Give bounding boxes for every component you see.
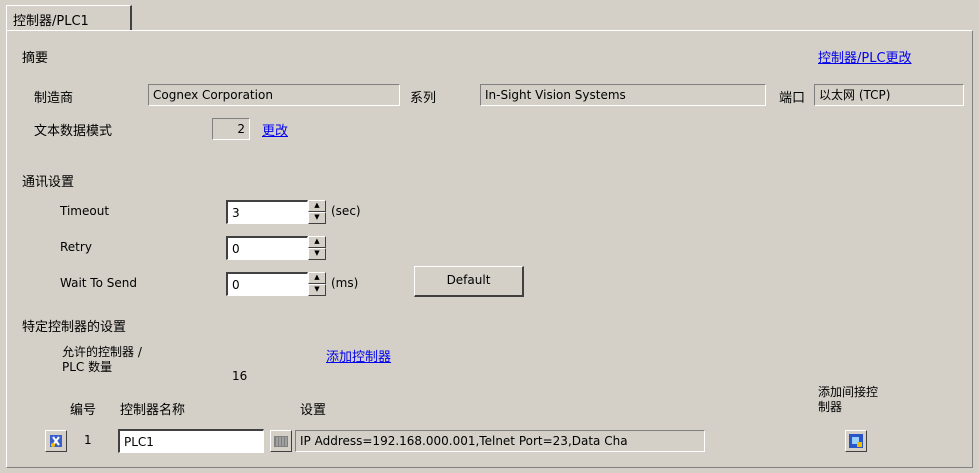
spin-down-icon[interactable]: ▼ (308, 284, 326, 296)
tab-controller-plc1[interactable]: 控制器/PLC1 (6, 5, 132, 31)
manufacturer-field: Cognex Corporation (148, 84, 400, 106)
timeout-label: Timeout (60, 204, 110, 218)
add-indirect-button[interactable] (845, 430, 867, 452)
row-number: 1 (84, 433, 92, 447)
spin-down-icon[interactable]: ▼ (308, 212, 326, 224)
series-field: In-Sight Vision Systems (480, 84, 766, 106)
add-indirect-icon (849, 434, 863, 448)
col-indirect-header-line1: 添加间接控 (818, 385, 879, 399)
device-name-input[interactable]: PLC1 (118, 429, 264, 453)
allowed-count-label-line1: 允许的控制器 / (62, 345, 142, 359)
wait-to-send-label: Wait To Send (60, 276, 137, 290)
retry-stepper[interactable]: ▲ ▼ (308, 236, 326, 260)
retry-label: Retry (60, 240, 92, 254)
comm-heading: 通讯设置 (22, 175, 75, 190)
spin-up-icon[interactable]: ▲ (308, 236, 326, 248)
allowed-count-value: 16 (232, 369, 248, 383)
wait-to-send-input[interactable]: 0 (226, 272, 308, 296)
timeout-input[interactable]: 3 (226, 200, 308, 224)
device-tool-button[interactable] (45, 430, 67, 452)
text-mode-label: 文本数据模式 (34, 124, 113, 139)
device-heading: 特定控制器的设置 (22, 320, 127, 335)
col-name-header: 控制器名称 (120, 403, 186, 418)
allowed-count-label-line2: PLC 数量 (62, 360, 113, 374)
col-indirect-header-line2: 制器 (818, 400, 843, 414)
col-settings-header: 设置 (300, 403, 327, 418)
device-settings-field: IP Address=192.168.000.001,Telnet Port=2… (295, 430, 705, 452)
retry-input[interactable]: 0 (226, 236, 308, 260)
tools-icon (50, 435, 62, 447)
wait-to-send-stepper[interactable]: ▲ ▼ (308, 272, 326, 296)
col-indirect-header: 添加间接控 制器 (818, 385, 878, 415)
default-button[interactable]: Default (414, 266, 524, 297)
spin-down-icon[interactable]: ▼ (308, 248, 326, 260)
summary-heading: 摘要 (22, 51, 49, 66)
spin-up-icon[interactable]: ▲ (308, 200, 326, 212)
port-label: 端口 (779, 91, 806, 106)
settings-grid-icon (274, 436, 288, 447)
port-field: 以太网 (TCP) (814, 84, 964, 106)
series-label: 系列 (410, 91, 437, 106)
change-controller-link[interactable]: 控制器/PLC更改 (818, 47, 912, 66)
col-number-header: 编号 (70, 403, 97, 418)
text-mode-change-link[interactable]: 更改 (262, 120, 288, 139)
allowed-count-label: 允许的控制器 / PLC 数量 (62, 345, 142, 375)
text-mode-field: 2 (212, 118, 250, 140)
manufacturer-label: 制造商 (34, 91, 74, 106)
device-settings-button[interactable] (270, 430, 292, 452)
add-controller-link[interactable]: 添加控制器 (326, 346, 391, 365)
timeout-unit: (sec) (331, 204, 361, 218)
timeout-stepper[interactable]: ▲ ▼ (308, 200, 326, 224)
spin-up-icon[interactable]: ▲ (308, 272, 326, 284)
wait-to-send-unit: (ms) (331, 276, 359, 290)
